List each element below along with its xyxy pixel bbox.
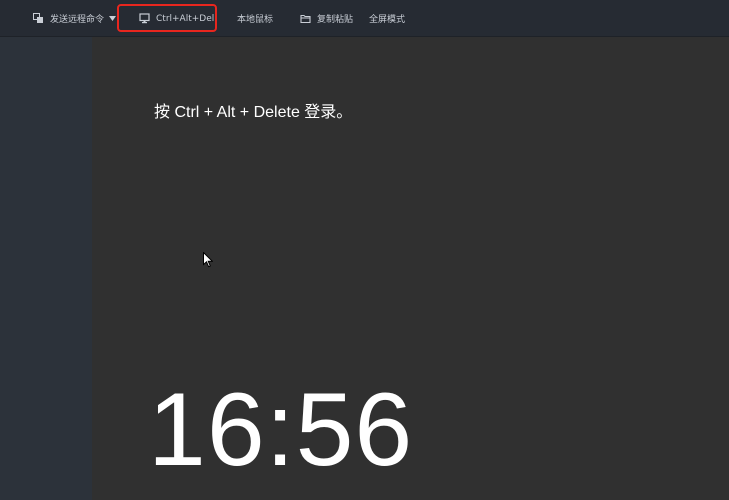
folder-icon bbox=[299, 13, 311, 25]
caret-down-icon bbox=[109, 16, 117, 21]
ctrl-alt-del-button[interactable]: Ctrl+Alt+Del bbox=[138, 0, 214, 37]
copy-paste-button[interactable]: 复制粘贴 bbox=[299, 0, 353, 37]
login-prompt-text: 按 Ctrl + Alt + Delete 登录。 bbox=[154, 104, 353, 121]
lock-screen-clock: 16:56 bbox=[148, 372, 414, 488]
copy-paste-label: 复制粘贴 bbox=[317, 15, 354, 25]
local-mouse-label: 本地鼠标 bbox=[237, 15, 274, 25]
mouse-pointer-icon bbox=[203, 251, 214, 268]
ctrl-alt-del-label: Ctrl+Alt+Del bbox=[156, 13, 215, 24]
local-mouse-button[interactable]: 本地鼠标 bbox=[237, 0, 273, 37]
fullscreen-button[interactable]: 全屏模式 bbox=[369, 0, 405, 37]
remote-toolbar: 发送远程命令 Ctrl+Alt+Del 本地鼠标 复制粘贴 全屏模式 bbox=[0, 0, 729, 37]
fullscreen-label: 全屏模式 bbox=[369, 15, 406, 25]
left-margin-panel bbox=[0, 37, 92, 500]
remote-desktop-window: 发送远程命令 Ctrl+Alt+Del 本地鼠标 复制粘贴 全屏模式 按 Ctr… bbox=[0, 0, 729, 500]
commands-icon bbox=[32, 13, 44, 25]
send-remote-command-label: 发送远程命令 bbox=[50, 15, 105, 25]
monitor-icon bbox=[138, 13, 150, 25]
send-remote-command-dropdown[interactable]: 发送远程命令 bbox=[32, 0, 117, 37]
